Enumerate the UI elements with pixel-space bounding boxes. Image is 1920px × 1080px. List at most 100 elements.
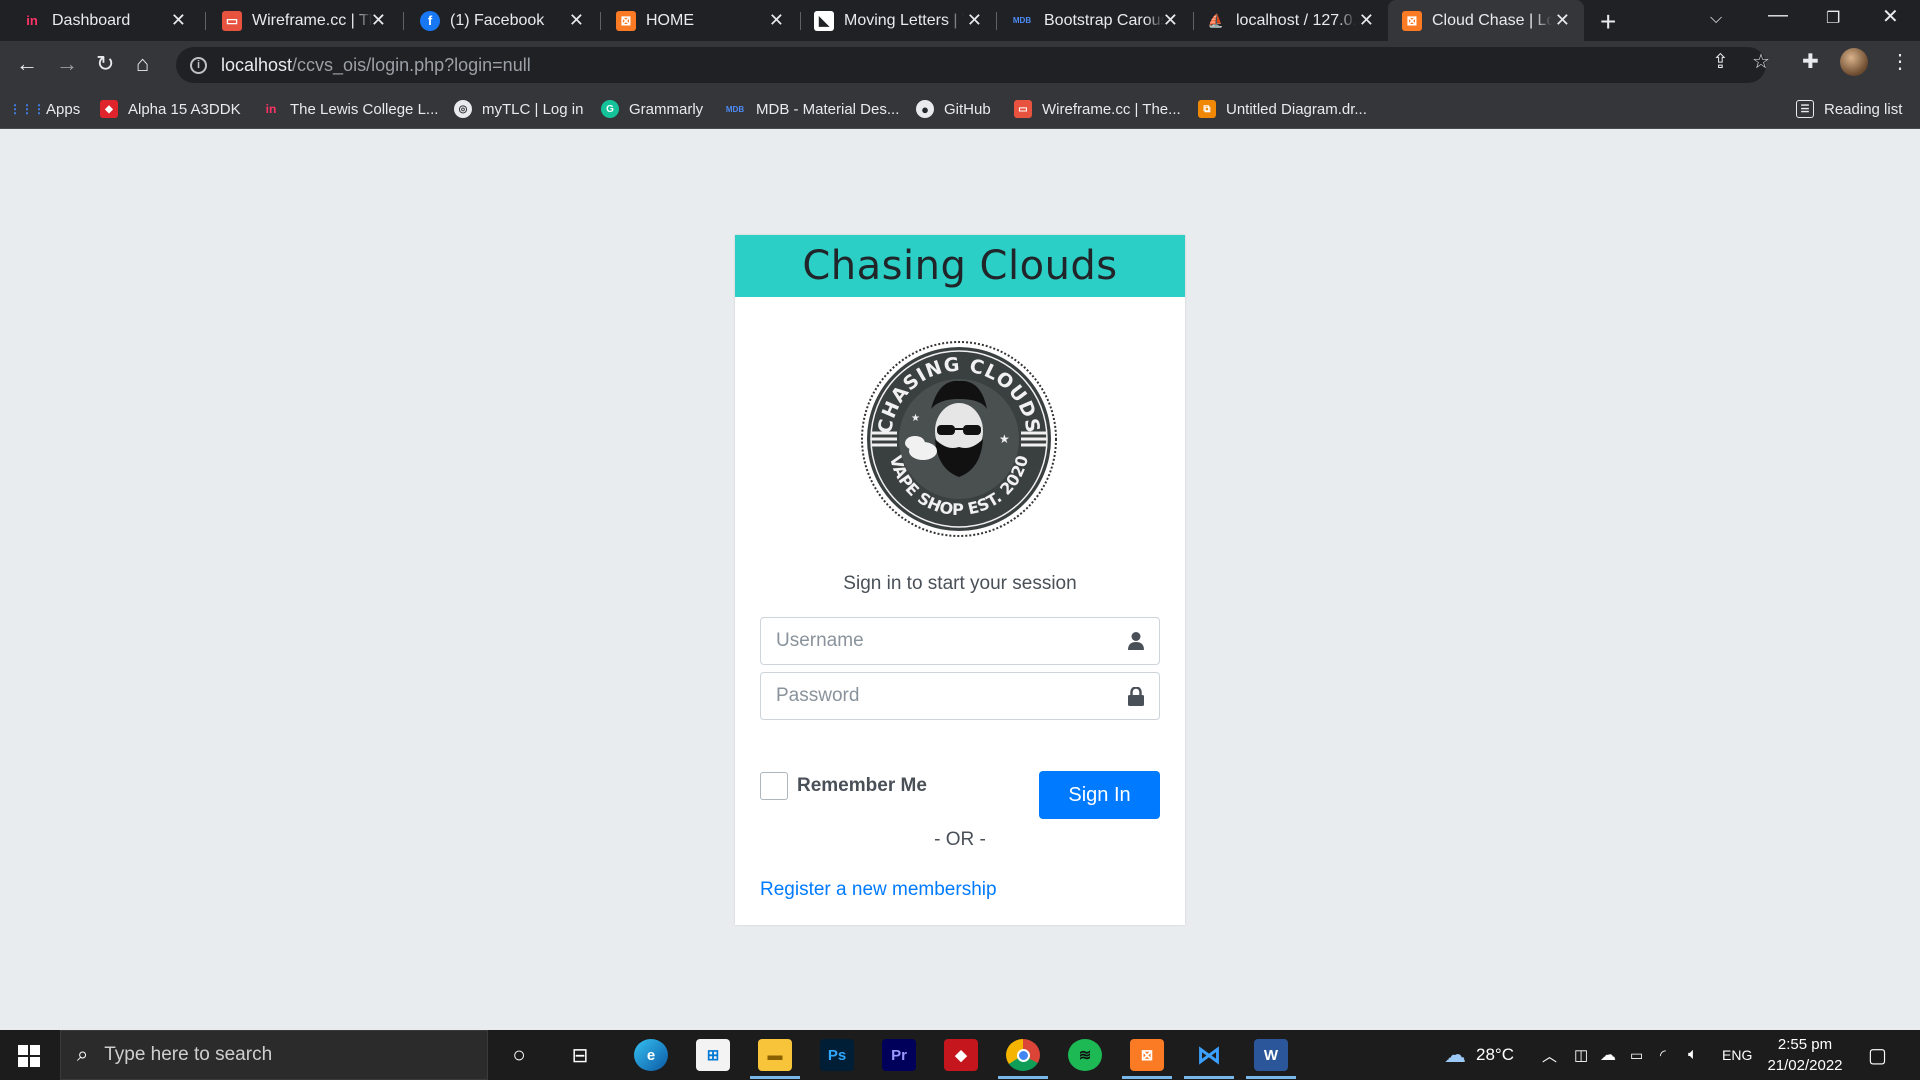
bookmark-label: Untitled Diagram.dr...: [1226, 100, 1367, 118]
sign-in-button[interactable]: Sign In: [1039, 771, 1160, 819]
bookmark-mdb[interactable]: MDB MDB - Material Des...: [724, 89, 899, 129]
cortana-icon[interactable]: ○: [502, 1039, 536, 1071]
bookmark-lewis-college[interactable]: in The Lewis College L...: [262, 89, 439, 129]
bookmark-star-icon[interactable]: ☆: [1752, 49, 1770, 74]
xampp-icon: ⊠: [616, 10, 636, 31]
photoshop-icon[interactable]: Ps: [820, 1039, 854, 1071]
msi-dragon-icon[interactable]: ◆: [944, 1039, 978, 1071]
address-bar[interactable]: i localhost/ccvs_ois/login.php?login=nul…: [176, 47, 1766, 83]
extensions-icon[interactable]: ✚: [1802, 49, 1819, 74]
windows-start-icon[interactable]: [18, 1045, 40, 1067]
profile-avatar[interactable]: [1840, 48, 1868, 76]
battery-icon[interactable]: ▭: [1630, 1030, 1643, 1080]
share-icon[interactable]: ⇪: [1712, 49, 1729, 74]
or-divider: - OR -: [934, 829, 986, 850]
restore-icon[interactable]: ❐: [1826, 8, 1840, 28]
tab-home[interactable]: ⊠ HOME ✕: [598, 0, 798, 41]
store-icon[interactable]: ⊞: [696, 1039, 730, 1071]
file-explorer-icon[interactable]: ▬: [758, 1039, 792, 1071]
tab-title: Wireframe.cc | The: [252, 11, 372, 29]
tab-facebook[interactable]: f (1) Facebook ✕: [400, 0, 598, 41]
tab-title: Bootstrap Carousel: [1044, 11, 1164, 29]
meet-now-icon[interactable]: ◫: [1574, 1030, 1588, 1080]
new-tab-icon[interactable]: +: [1600, 6, 1616, 38]
close-icon[interactable]: ✕: [371, 10, 386, 31]
language-indicator[interactable]: ENG: [1722, 1030, 1752, 1080]
url-host: localhost: [221, 54, 293, 75]
bookmark-github[interactable]: ● GitHub: [916, 89, 991, 129]
remember-me-label[interactable]: Remember Me: [797, 775, 927, 797]
username-input[interactable]: [761, 618, 1113, 664]
close-icon[interactable]: ✕: [967, 10, 982, 31]
login-card: Chasing Clouds CHASING CLOUDS VAPE SHOP …: [735, 235, 1185, 925]
password-input[interactable]: [761, 673, 1113, 719]
xampp-icon[interactable]: ⊠: [1130, 1039, 1164, 1071]
grammarly-icon: G: [601, 100, 619, 118]
cloud-icon: ☁: [1444, 1042, 1466, 1067]
remember-me-checkbox[interactable]: [760, 772, 788, 800]
onedrive-icon[interactable]: ☁: [1600, 1030, 1616, 1080]
reading-list-icon: ☰: [1796, 100, 1814, 118]
url-path: /ccvs_ois/login.php?login=null: [292, 54, 531, 75]
edge-icon[interactable]: e: [634, 1039, 668, 1071]
bookmark-apps[interactable]: ⋮⋮⋮ Apps: [9, 89, 81, 129]
tray-chevron-icon[interactable]: ︿: [1542, 1030, 1557, 1080]
site-info-icon[interactable]: i: [190, 56, 207, 74]
tab-title: Cloud Chase | Login: [1432, 11, 1552, 29]
phpmyadmin-icon: ⛵: [1207, 12, 1225, 28]
bookmarks-bar: ⋮⋮⋮ Apps ◆ Alpha 15 A3DDK in The Lewis C…: [0, 89, 1920, 129]
word-icon[interactable]: W: [1254, 1039, 1288, 1071]
bookmark-label: Apps: [46, 100, 81, 118]
wireframe-icon: ▭: [1014, 100, 1032, 118]
page-content: Chasing Clouds CHASING CLOUDS VAPE SHOP …: [0, 129, 1920, 1030]
close-icon[interactable]: ✕: [1359, 10, 1374, 31]
invision-icon: in: [26, 13, 38, 28]
forward-icon[interactable]: →: [56, 51, 78, 77]
reading-list-button[interactable]: ☰ Reading list: [1796, 89, 1902, 129]
close-icon[interactable]: ✕: [1555, 10, 1570, 31]
tab-phpmyadmin[interactable]: ⛵ localhost / 127.0.0.1 ✕: [1192, 0, 1388, 41]
tab-bootstrap-carousel[interactable]: MDB Bootstrap Carousel ✕: [996, 0, 1192, 41]
system-clock[interactable]: 2:55 pm 21/02/2022: [1755, 1034, 1855, 1076]
premiere-icon[interactable]: Pr: [882, 1039, 916, 1071]
close-icon[interactable]: ✕: [1163, 10, 1178, 31]
bookmark-alpha-15[interactable]: ◆ Alpha 15 A3DDK: [100, 89, 241, 129]
volume-icon[interactable]: 🔈︎: [1688, 1030, 1698, 1080]
user-icon: [1113, 632, 1159, 650]
taskbar-search[interactable]: ⌕ Type here to search: [60, 1030, 488, 1080]
lock-icon: [1113, 686, 1159, 706]
notifications-icon[interactable]: ▢: [1868, 1030, 1887, 1080]
tab-dashboard[interactable]: in Dashboard ✕: [0, 0, 200, 41]
home-icon[interactable]: ⌂: [136, 51, 149, 77]
minimize-icon[interactable]: —: [1768, 4, 1788, 27]
tab-moving-letters[interactable]: ◣ Moving Letters | Tob ✕: [798, 0, 996, 41]
tab-title: localhost / 127.0.0.1: [1236, 11, 1356, 29]
bookmark-label: Alpha 15 A3DDK: [128, 100, 241, 118]
bookmark-wireframe[interactable]: ▭ Wireframe.cc | The...: [1014, 89, 1181, 129]
tab-cloud-chase-login[interactable]: ⊠ Cloud Chase | Login ✕: [1388, 0, 1584, 41]
window-close-icon[interactable]: ✕: [1882, 4, 1899, 29]
close-icon[interactable]: ✕: [171, 10, 186, 31]
tab-search-icon[interactable]: ⌵: [1710, 10, 1722, 28]
remember-me: Remember Me: [760, 772, 927, 800]
facebook-icon: f: [420, 10, 440, 31]
menu-icon[interactable]: ⋮: [1890, 49, 1910, 74]
svg-text:★: ★: [999, 432, 1010, 446]
close-icon[interactable]: ✕: [769, 10, 784, 31]
register-link[interactable]: Register a new membership: [760, 879, 997, 901]
task-view-icon[interactable]: ⊟: [563, 1039, 597, 1071]
wifi-icon[interactable]: ◜: [1660, 1030, 1666, 1080]
chrome-icon[interactable]: [1006, 1039, 1040, 1071]
vscode-icon[interactable]: ⋈: [1192, 1039, 1226, 1071]
tab-title: Moving Letters | Tob: [844, 11, 964, 29]
spotify-icon[interactable]: ≋: [1068, 1039, 1102, 1071]
tab-wireframe[interactable]: ▭ Wireframe.cc | The ✕: [202, 0, 400, 41]
bookmark-grammarly[interactable]: G Grammarly: [601, 89, 703, 129]
login-card-header: Chasing Clouds: [735, 235, 1185, 297]
bookmark-mytlc[interactable]: ◎ myTLC | Log in: [454, 89, 583, 129]
reload-icon[interactable]: ↻: [96, 51, 114, 77]
weather-widget[interactable]: ☁ 28°C: [1444, 1030, 1514, 1080]
back-icon[interactable]: ←: [16, 51, 38, 77]
close-icon[interactable]: ✕: [569, 10, 584, 31]
bookmark-drawio[interactable]: ⧉ Untitled Diagram.dr...: [1198, 89, 1367, 129]
